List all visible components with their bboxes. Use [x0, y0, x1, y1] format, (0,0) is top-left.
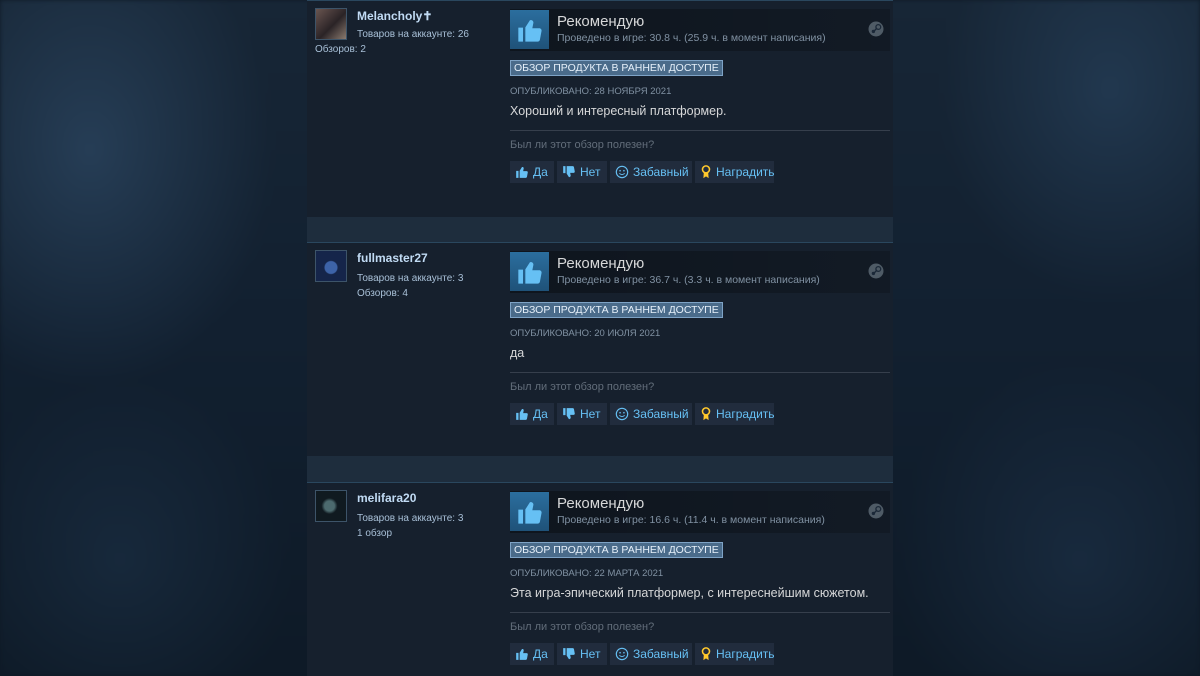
award-icon [701, 647, 711, 661]
vote-yes-button[interactable]: Да [510, 643, 554, 665]
award-button[interactable]: Наградить [695, 643, 775, 665]
review-text: Хороший и интересный платформер. [510, 104, 727, 118]
author-reviews[interactable]: 1 обзор [357, 528, 392, 539]
thumbs-up-icon [517, 19, 542, 42]
vote-no-label: Нет [580, 407, 601, 421]
thumbs-down-icon [563, 408, 575, 420]
steam-icon [868, 263, 884, 279]
divider [510, 372, 890, 373]
posted-date: ОПУБЛИКОВАНО: 22 МАРТА 2021 [510, 568, 664, 579]
review-verdict: Рекомендую [557, 255, 645, 272]
helpful-prompt: Был ли этот обзор полезен? [510, 139, 655, 151]
vote-no-button[interactable]: Нет [557, 403, 607, 425]
vote-funny-button[interactable]: Забавный [610, 161, 692, 183]
playtime: Проведено в игре: 36.7 ч. (3.3 ч. в моме… [557, 274, 820, 286]
review-verdict: Рекомендую [557, 495, 645, 512]
early-access-badge: ОБЗОР ПРОДУКТА В РАННЕМ ДОСТУПЕ [510, 302, 723, 318]
vote-no-label: Нет [580, 647, 601, 661]
helpful-prompt: Был ли этот обзор полезен? [510, 381, 655, 393]
smiley-icon [615, 647, 629, 661]
author-products[interactable]: Товаров на аккаунте: 3 [357, 513, 463, 524]
recommended-thumb [510, 252, 549, 291]
author-products[interactable]: Товаров на аккаунте: 26 [357, 29, 469, 40]
review-text: Эта игра-эпический платформер, с интерес… [510, 586, 869, 600]
thumbs-up-icon [516, 167, 528, 178]
avatar[interactable] [315, 250, 347, 282]
award-label: Наградить [716, 647, 775, 661]
review-card: fullmaster27 Товаров на аккаунте: 3 Обзо… [307, 242, 893, 456]
vote-yes-button[interactable]: Да [510, 403, 554, 425]
thumbs-up-icon [516, 409, 528, 420]
review-text: да [510, 346, 525, 360]
early-access-badge: ОБЗОР ПРОДУКТА В РАННЕМ ДОСТУПЕ [510, 60, 723, 76]
steam-icon [868, 503, 884, 519]
smiley-icon [615, 407, 629, 421]
avatar[interactable] [315, 8, 347, 40]
thumbs-up-icon [517, 261, 542, 284]
vote-funny-label: Забавный [633, 647, 689, 661]
early-access-badge: ОБЗОР ПРОДУКТА В РАННЕМ ДОСТУПЕ [510, 542, 723, 558]
author-name[interactable]: fullmaster27 [357, 251, 428, 265]
author-name[interactable]: melifara20 [357, 491, 416, 505]
award-icon [701, 165, 711, 179]
thumbs-down-icon [563, 648, 575, 660]
award-button[interactable]: Наградить [695, 403, 775, 425]
playtime: Проведено в игре: 30.8 ч. (25.9 ч. в мом… [557, 32, 826, 44]
vote-yes-label: Да [533, 407, 548, 421]
vote-funny-label: Забавный [633, 165, 689, 179]
review-card: melifara20 Товаров на аккаунте: 3 1 обзо… [307, 482, 893, 676]
smiley-icon [615, 165, 629, 179]
recommended-thumb [510, 10, 549, 49]
vote-yes-button[interactable]: Да [510, 161, 554, 183]
review-separator [307, 216, 893, 242]
vote-funny-button[interactable]: Забавный [610, 643, 692, 665]
vote-yes-label: Да [533, 647, 548, 661]
vote-no-button[interactable]: Нет [557, 161, 607, 183]
author-reviews[interactable]: Обзоров: 2 [315, 44, 366, 55]
avatar[interactable] [315, 490, 347, 522]
review-verdict: Рекомендую [557, 13, 645, 30]
author-reviews[interactable]: Обзоров: 4 [357, 288, 408, 299]
review-summary[interactable]: Рекомендую Проведено в игре: 30.8 ч. (25… [510, 9, 890, 51]
author-products[interactable]: Товаров на аккаунте: 3 [357, 273, 463, 284]
divider [510, 612, 890, 613]
helpful-prompt: Был ли этот обзор полезен? [510, 621, 655, 633]
steam-icon [868, 21, 884, 37]
author-name[interactable]: Melancholy✝ [357, 9, 432, 23]
vote-no-button[interactable]: Нет [557, 643, 607, 665]
vote-yes-label: Да [533, 165, 548, 179]
review-separator [307, 455, 893, 482]
award-label: Наградить [716, 165, 775, 179]
posted-date: ОПУБЛИКОВАНО: 20 ИЮЛЯ 2021 [510, 328, 661, 339]
award-label: Наградить [716, 407, 775, 421]
divider [510, 130, 890, 131]
review-card: Melancholy✝ Товаров на аккаунте: 26 Обзо… [307, 0, 893, 217]
posted-date: ОПУБЛИКОВАНО: 28 НОЯБРЯ 2021 [510, 86, 672, 97]
vote-funny-button[interactable]: Забавный [610, 403, 692, 425]
review-summary[interactable]: Рекомендую Проведено в игре: 36.7 ч. (3.… [510, 251, 890, 293]
review-summary[interactable]: Рекомендую Проведено в игре: 16.6 ч. (11… [510, 491, 890, 533]
award-icon [701, 407, 711, 421]
thumbs-down-icon [563, 166, 575, 178]
vote-funny-label: Забавный [633, 407, 689, 421]
recommended-thumb [510, 492, 549, 531]
thumbs-up-icon [517, 501, 542, 524]
award-button[interactable]: Наградить [695, 161, 775, 183]
thumbs-up-icon [516, 649, 528, 660]
vote-no-label: Нет [580, 165, 601, 179]
playtime: Проведено в игре: 16.6 ч. (11.4 ч. в мом… [557, 514, 825, 526]
